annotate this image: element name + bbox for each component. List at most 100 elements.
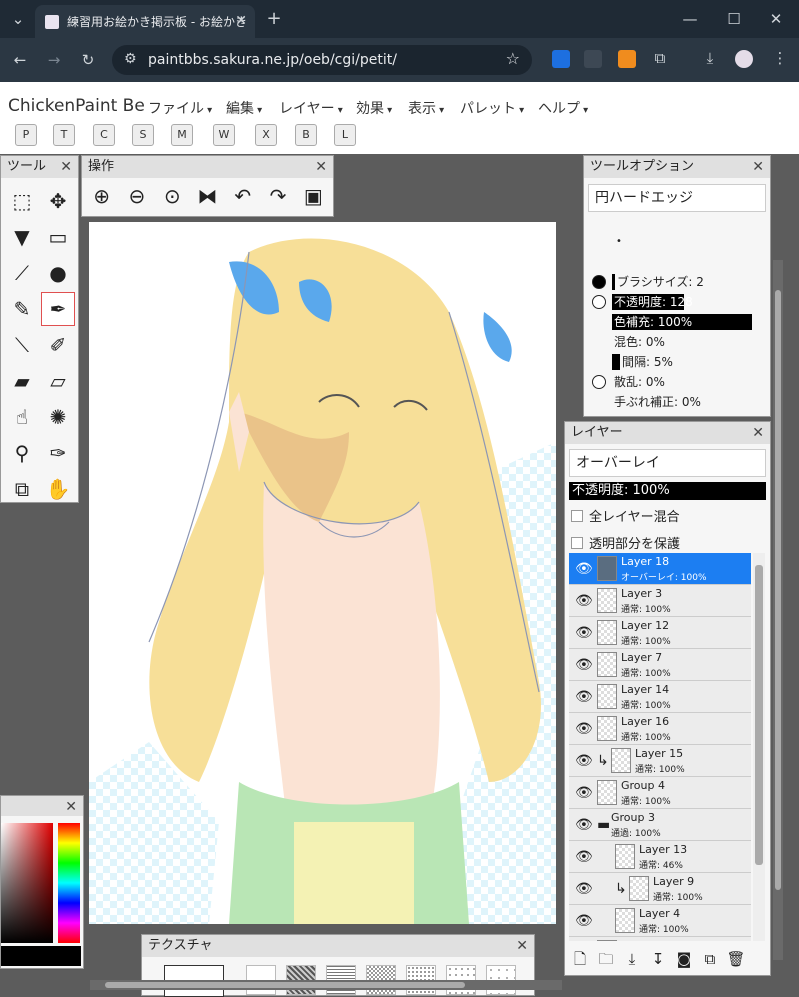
- blend-slider[interactable]: 混色: 0%: [584, 332, 770, 352]
- profile-avatar[interactable]: [735, 50, 753, 68]
- layer-row[interactable]: 👁 Layer 13 通常: 46%: [569, 841, 751, 873]
- checkbox-box[interactable]: [571, 509, 583, 522]
- preset-button[interactable]: L: [334, 124, 356, 146]
- menu-edit[interactable]: 編集: [226, 98, 262, 118]
- window-close-icon[interactable]: ✕: [766, 9, 786, 29]
- layer-row[interactable]: 👁 ↳ Layer 9 通常: 100%: [569, 873, 751, 905]
- soft-eraser-icon[interactable]: ▱: [41, 364, 75, 398]
- brush-size-slider[interactable]: ブラシサイズ: 2: [584, 272, 770, 292]
- menu-layer[interactable]: レイヤー: [279, 98, 343, 118]
- water-drop-icon[interactable]: ●: [41, 256, 75, 290]
- menu-palette[interactable]: パレット: [460, 98, 524, 118]
- zoom-out-icon[interactable]: ⊖: [121, 181, 152, 211]
- smudge-icon[interactable]: ☝: [5, 400, 39, 434]
- blender-icon[interactable]: ✺: [41, 400, 75, 434]
- new-tab-icon[interactable]: +: [264, 9, 284, 29]
- merge-down-icon[interactable]: ⤓: [619, 950, 645, 968]
- menu-effects[interactable]: 効果: [356, 98, 392, 118]
- scrollbar-thumb[interactable]: [105, 982, 465, 988]
- close-icon[interactable]: ✕: [516, 935, 528, 957]
- eraser-icon[interactable]: ▰: [5, 364, 39, 398]
- visibility-eye-icon[interactable]: 👁: [575, 593, 593, 609]
- visibility-eye-icon[interactable]: 👁: [575, 849, 593, 865]
- canvas-vscrollbar[interactable]: [773, 260, 783, 960]
- preset-button[interactable]: P: [15, 124, 37, 146]
- extension-icon[interactable]: [552, 50, 570, 68]
- extension-icon[interactable]: [584, 50, 602, 68]
- menu-help[interactable]: ヘルプ: [538, 98, 588, 118]
- minimize-icon[interactable]: —: [680, 9, 700, 29]
- move-icon[interactable]: ✥: [41, 184, 75, 218]
- visibility-eye-icon[interactable]: 👁: [575, 817, 593, 833]
- new-layer-icon[interactable]: 🗋: [567, 949, 593, 974]
- clip-icon[interactable]: ↧: [645, 950, 671, 968]
- layer-row[interactable]: 👁 Layer 14 通常: 100%: [569, 681, 751, 713]
- color-saturation-box[interactable]: [1, 823, 53, 943]
- current-color-swatch[interactable]: [1, 946, 81, 966]
- fill-bucket-icon[interactable]: ▼: [5, 220, 39, 254]
- back-icon[interactable]: ←: [10, 50, 30, 70]
- tab-search-icon[interactable]: ⌄: [8, 9, 28, 29]
- layer-row[interactable]: 👁 Layer 16 通常: 100%: [569, 713, 751, 745]
- visibility-eye-icon[interactable]: 👁: [575, 625, 593, 641]
- watercolor-icon[interactable]: ✐: [41, 328, 75, 362]
- brush-select[interactable]: 円ハードエッジ: [588, 184, 766, 212]
- bookmark-star-icon[interactable]: ☆: [506, 49, 520, 68]
- preset-button[interactable]: M: [171, 124, 193, 146]
- mask-icon[interactable]: ◙: [671, 950, 697, 968]
- hue-slider[interactable]: [58, 823, 80, 943]
- layer-row[interactable]: 👁 Layer 12 通常: 100%: [569, 617, 751, 649]
- opacity-slider[interactable]: 不透明度: 128: [584, 292, 770, 312]
- visibility-eye-icon[interactable]: 👁: [575, 913, 593, 929]
- undo-icon[interactable]: ↶: [227, 181, 258, 211]
- redo-icon[interactable]: ↷: [262, 181, 293, 211]
- tab-close-icon[interactable]: ✕: [235, 13, 247, 29]
- scrollbar-thumb[interactable]: [775, 290, 781, 890]
- maximize-icon[interactable]: ☐: [724, 9, 744, 29]
- checkbox-box[interactable]: [571, 536, 583, 549]
- visibility-eye-icon[interactable]: 👁: [575, 721, 593, 737]
- layer-opacity-slider[interactable]: 不透明度: 100%: [569, 482, 766, 500]
- visibility-eye-icon[interactable]: 👁: [575, 657, 593, 673]
- preset-button[interactable]: C: [93, 124, 115, 146]
- transform-icon[interactable]: ⧉: [5, 472, 39, 506]
- gradient-icon[interactable]: ▭: [41, 220, 75, 254]
- browser-menu-icon[interactable]: ⋮: [770, 48, 790, 68]
- stabilizer-slider[interactable]: 手ぶれ補正: 0%: [584, 392, 770, 412]
- airbrush-icon[interactable]: ⟍: [5, 328, 39, 362]
- close-icon[interactable]: ✕: [752, 156, 764, 178]
- sample-all-checkbox[interactable]: 全レイヤー混合: [565, 502, 770, 529]
- color-fill-slider[interactable]: 色補充: 100%: [584, 312, 770, 332]
- extensions-puzzle-icon[interactable]: ⧉: [650, 48, 670, 68]
- download-icon[interactable]: ⤓: [700, 48, 720, 68]
- delete-icon[interactable]: 🗑: [723, 950, 749, 968]
- address-bar[interactable]: ⚙ paintbbs.sakura.ne.jp/oeb/cgi/petit/ ☆: [112, 45, 532, 75]
- reload-icon[interactable]: ↻: [78, 50, 98, 70]
- canvas-scrollbar[interactable]: [90, 980, 562, 990]
- layer-row[interactable]: 👁 Layer 7 通常: 100%: [569, 649, 751, 681]
- forward-icon[interactable]: →: [44, 50, 64, 70]
- layer-row[interactable]: 👁 ▬ Group 3 通過: 100%: [569, 809, 751, 841]
- visibility-eye-icon[interactable]: 👁: [575, 753, 593, 769]
- preset-button[interactable]: S: [132, 124, 154, 146]
- menu-view[interactable]: 表示: [408, 98, 444, 118]
- preset-button[interactable]: W: [213, 124, 235, 146]
- preset-button[interactable]: T: [53, 124, 75, 146]
- layer-list-scrollbar[interactable]: [753, 553, 765, 941]
- layer-row[interactable]: 👁 Layer 3 通常: 100%: [569, 585, 751, 617]
- layer-row[interactable]: 👁 Layer 4 通常: 100%: [569, 905, 751, 937]
- hand-icon[interactable]: ✋: [41, 472, 75, 506]
- zoom-in-icon[interactable]: ⊕: [86, 181, 117, 211]
- close-icon[interactable]: ✕: [752, 422, 764, 444]
- preset-button[interactable]: X: [255, 124, 277, 146]
- layer-list[interactable]: 👁 Layer 18 オーバーレイ: 100% 👁 Layer 3 通常: 100% 👁 La…: [569, 553, 751, 941]
- pencil-icon[interactable]: ✎: [5, 292, 39, 326]
- save-icon[interactable]: ▣: [298, 181, 329, 211]
- browser-tab[interactable]: 練習用お絵かき掲示板 - お絵かき ✕: [35, 5, 255, 38]
- layer-row[interactable]: 👁 Layer 18 オーバーレイ: 100%: [569, 553, 751, 585]
- lock-alpha-checkbox[interactable]: 透明部分を保護: [565, 529, 770, 556]
- visibility-eye-icon[interactable]: 👁: [575, 689, 593, 705]
- burn-icon[interactable]: ✑: [41, 436, 75, 470]
- new-group-icon[interactable]: 🗀: [593, 949, 619, 974]
- layer-row[interactable]: 👁Group 2: [569, 937, 751, 941]
